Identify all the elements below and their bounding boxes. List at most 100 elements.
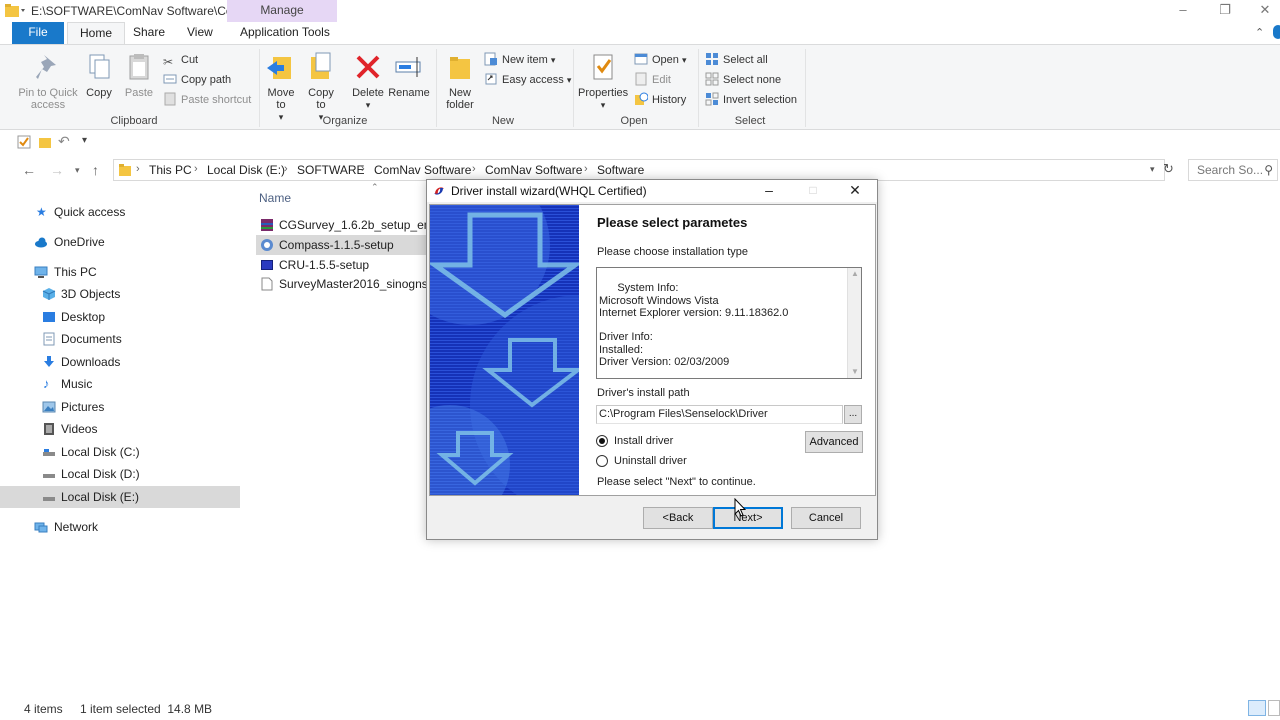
pin-to-quick-access-button[interactable]: Pin to Quick access bbox=[14, 49, 82, 111]
nav-item-3d-objects[interactable]: 3D Objects bbox=[0, 283, 240, 305]
nav-item-local-disk-c[interactable]: Local Disk (C:) bbox=[0, 441, 240, 463]
install-path-input[interactable]: C:\Program Files\Senselock\Driver bbox=[596, 405, 843, 424]
breadcrumb-local-disk-e[interactable]: Local Disk (E:) bbox=[207, 163, 285, 177]
new-folder-small-icon[interactable] bbox=[38, 135, 52, 149]
paste-shortcut-button[interactable]: Paste shortcut bbox=[163, 91, 251, 109]
column-header-name[interactable]: Name bbox=[259, 191, 291, 205]
nav-item-desktop[interactable]: Desktop bbox=[0, 306, 240, 328]
nav-item-downloads[interactable]: Downloads bbox=[0, 351, 240, 373]
open-button[interactable]: Open ▾ bbox=[634, 51, 687, 69]
delete-button[interactable]: Delete ▾ bbox=[349, 49, 387, 111]
tab-file[interactable]: File bbox=[12, 22, 64, 44]
breadcrumb-separator: › bbox=[472, 163, 476, 175]
history-button[interactable]: History bbox=[634, 91, 686, 109]
nav-item-videos[interactable]: Videos bbox=[0, 418, 240, 440]
close-window-button[interactable]: ✕ bbox=[1245, 0, 1280, 22]
help-icon[interactable] bbox=[1273, 25, 1280, 39]
forward-arrow-icon[interactable]: → bbox=[50, 162, 64, 178]
dialog-close-button[interactable]: ✕ bbox=[835, 181, 875, 201]
breadcrumb-comnav-software-2[interactable]: ComNav Software bbox=[485, 163, 582, 177]
collapse-ribbon-icon[interactable]: ⌃ bbox=[1255, 26, 1264, 39]
minimize-button[interactable]: – bbox=[1163, 0, 1203, 22]
tab-application-tools[interactable]: Application Tools bbox=[228, 22, 342, 44]
copy-icon bbox=[89, 54, 110, 79]
nav-item-documents[interactable]: Documents bbox=[0, 328, 240, 350]
nav-item-quick-access[interactable]: ★ Quick access bbox=[0, 201, 240, 223]
nav-item-network[interactable]: Network bbox=[0, 516, 240, 538]
address-bar[interactable]: › This PC › Local Disk (E:) › SOFTWARE ›… bbox=[113, 159, 1165, 181]
select-all-button[interactable]: Select all bbox=[705, 51, 768, 69]
dialog-maximize-button[interactable]: □ bbox=[793, 181, 833, 201]
drive-icon bbox=[43, 497, 55, 501]
scroll-down-icon[interactable]: ▼ bbox=[851, 366, 859, 378]
large-icons-view-icon[interactable] bbox=[1268, 700, 1280, 716]
download-icon bbox=[44, 356, 54, 367]
refresh-icon[interactable]: ↻ bbox=[1163, 161, 1174, 177]
nav-item-pictures[interactable]: Pictures bbox=[0, 396, 240, 418]
search-input[interactable]: Search So... ⚲ bbox=[1188, 159, 1278, 181]
nav-item-local-disk-d[interactable]: Local Disk (D:) bbox=[0, 463, 240, 485]
tab-home[interactable]: Home bbox=[67, 22, 126, 44]
tab-share[interactable]: Share bbox=[121, 22, 177, 44]
file-item[interactable]: CGSurvey_1.6.2b_setup_en bbox=[256, 215, 428, 235]
up-arrow-icon[interactable]: ↑ bbox=[92, 162, 99, 178]
new-item-button[interactable]: New item ▾ bbox=[484, 51, 555, 69]
copy-to-button[interactable]: Copy to ▾ bbox=[304, 49, 338, 123]
search-icon: ⚲ bbox=[1264, 163, 1273, 177]
back-arrow-icon[interactable]: ← bbox=[22, 162, 36, 178]
advanced-button[interactable]: Advanced bbox=[805, 431, 863, 453]
scroll-up-icon[interactable]: ▲ bbox=[851, 268, 859, 280]
star-icon: ★ bbox=[36, 205, 47, 219]
file-item-selected[interactable]: Compass-1.1.5-setup bbox=[256, 235, 428, 255]
cancel-button[interactable]: Cancel bbox=[791, 507, 861, 529]
customize-toolbar-icon[interactable]: ▾ bbox=[82, 135, 87, 146]
new-folder-button[interactable]: New folder bbox=[442, 49, 478, 111]
address-dropdown-icon[interactable]: ▾ bbox=[1150, 164, 1155, 175]
invert-selection-button[interactable]: Invert selection bbox=[705, 91, 797, 109]
install-type-label: Please choose installation type bbox=[597, 246, 749, 258]
file-item[interactable]: CRU-1.5.5-setup bbox=[256, 255, 428, 275]
document-icon bbox=[43, 332, 55, 346]
info-scrollbar[interactable]: ▲ ▼ bbox=[847, 268, 861, 378]
browse-button[interactable]: ... bbox=[844, 405, 862, 424]
breadcrumb-this-pc[interactable]: This PC bbox=[149, 163, 192, 177]
maximize-button[interactable]: ❐ bbox=[1205, 0, 1245, 22]
uninstall-driver-radio[interactable] bbox=[596, 455, 608, 467]
rename-button[interactable]: Rename bbox=[388, 49, 430, 99]
select-group-label: Select bbox=[734, 115, 766, 127]
divider bbox=[698, 49, 699, 127]
nav-item-this-pc[interactable]: This PC bbox=[0, 261, 240, 283]
select-none-button[interactable]: Select none bbox=[705, 71, 781, 89]
edit-icon bbox=[635, 72, 647, 86]
clipboard-group-label: Clipboard bbox=[110, 115, 158, 127]
properties-button[interactable]: Properties ▾ bbox=[578, 49, 628, 111]
nav-item-local-disk-e[interactable]: Local Disk (E:) bbox=[0, 486, 240, 508]
file-item[interactable]: SurveyMaster2016_sinognss-1 bbox=[256, 274, 428, 294]
tab-view[interactable]: View bbox=[175, 22, 225, 44]
back-button[interactable]: <Back bbox=[643, 507, 713, 529]
nav-item-music[interactable]: ♪ Music bbox=[0, 373, 240, 395]
dialog-minimize-button[interactable]: – bbox=[749, 181, 789, 201]
breadcrumb-separator: › bbox=[584, 163, 588, 175]
properties-small-icon[interactable] bbox=[17, 135, 31, 149]
breadcrumb-comnav-software[interactable]: ComNav Software bbox=[374, 163, 471, 177]
install-driver-radio[interactable] bbox=[596, 435, 608, 447]
edit-button[interactable]: Edit bbox=[634, 71, 671, 89]
details-view-icon[interactable] bbox=[1248, 700, 1266, 716]
copy-path-button[interactable]: Copy path bbox=[163, 71, 231, 89]
tab-manage[interactable]: Manage bbox=[227, 0, 337, 22]
breadcrumb-software[interactable]: SOFTWARE bbox=[297, 163, 365, 177]
next-button[interactable]: Next> bbox=[713, 507, 783, 529]
system-info-textarea[interactable]: System Info: Microsoft Windows Vista Int… bbox=[596, 267, 862, 379]
install-path-label: Driver's install path bbox=[597, 387, 690, 399]
move-to-button[interactable]: Move to ▾ bbox=[264, 49, 298, 123]
breadcrumb-software-current[interactable]: Software bbox=[597, 163, 644, 177]
copy-button[interactable]: Copy bbox=[84, 49, 114, 99]
recent-locations-icon[interactable]: ▾ bbox=[75, 165, 80, 176]
cut-button[interactable]: ✂ Cut bbox=[163, 51, 198, 69]
easy-access-button[interactable]: Easy access ▾ bbox=[484, 71, 571, 89]
paste-button[interactable]: Paste bbox=[122, 49, 156, 99]
undo-icon[interactable]: ↶ bbox=[58, 133, 70, 150]
archive-icon bbox=[261, 219, 273, 231]
nav-item-onedrive[interactable]: OneDrive bbox=[0, 231, 240, 253]
